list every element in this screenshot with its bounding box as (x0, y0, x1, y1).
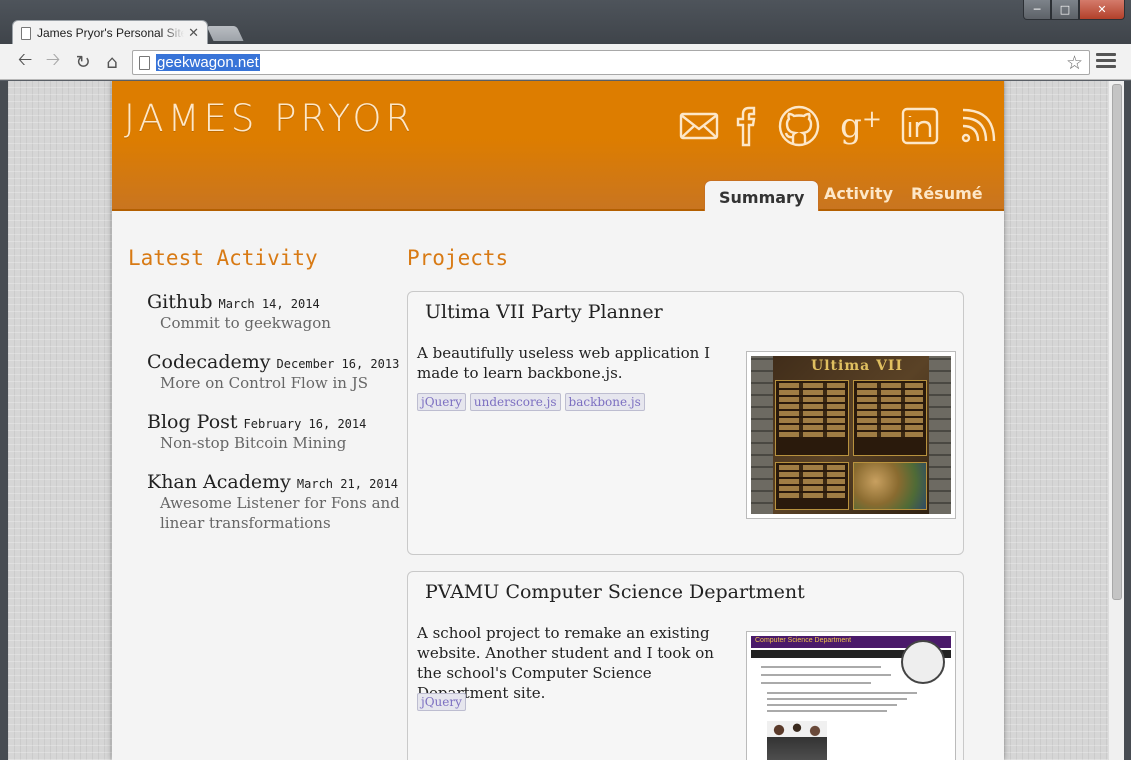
activity-date: March 14, 2014 (218, 297, 320, 311)
address-bar[interactable]: geekwagon.net ☆ (132, 50, 1090, 75)
menu-icon[interactable] (1096, 53, 1116, 71)
site-nav: Summary (704, 180, 820, 211)
browser-tab[interactable]: James Pryor's Personal Site ✕ (12, 20, 208, 45)
list-item: Khan Academy March 21, 2014 Awesome Liste… (147, 471, 407, 533)
site-nav: Résumé (911, 181, 983, 211)
tab-resume[interactable]: Résumé (911, 184, 983, 211)
list-item: Codecademy December 16, 2013 More on Cont… (147, 351, 407, 393)
site-container: JAMES PRYOR g + Summary Activity Résumé … (112, 81, 1004, 760)
activity-desc[interactable]: Commit to geekwagon (160, 313, 407, 333)
site-nav: Activity (824, 181, 893, 211)
pvamu-screenshot: Computer Science Department (751, 636, 951, 760)
google-plus-icon[interactable]: g + (838, 103, 884, 149)
url-text[interactable]: geekwagon.net (156, 54, 260, 71)
forward-arrow-icon[interactable]: 🡢 (42, 49, 64, 73)
minimize-button[interactable]: ─ (1023, 0, 1051, 20)
ultima-screenshot: Ultima VII (751, 356, 951, 514)
window-controls: ─ □ ✕ (1023, 0, 1125, 20)
project-thumbnail[interactable]: Ultima VII (746, 351, 956, 519)
projects-heading: Projects (407, 246, 509, 270)
site-header: JAMES PRYOR g + Summary Activity Résumé (112, 81, 1004, 211)
project-title[interactable]: PVAMU Computer Science Department (425, 581, 805, 603)
window-frame-left (0, 81, 8, 760)
linkedin-icon[interactable] (900, 103, 940, 149)
maximize-button[interactable]: □ (1051, 0, 1079, 20)
window-titlebar: ─ □ ✕ James Pryor's Personal Site ✕ (0, 0, 1131, 45)
activity-desc[interactable]: Awesome Listener for Fons and linear tra… (160, 493, 400, 533)
site-name[interactable]: JAMES PRYOR (124, 97, 415, 140)
github-icon[interactable] (776, 103, 822, 149)
page-scrollbar[interactable] (1108, 81, 1124, 760)
list-item: Github March 14, 2014 Commit to geekwagon (147, 291, 407, 333)
activity-heading: Latest Activity (128, 246, 318, 270)
tab-activity[interactable]: Activity (824, 184, 893, 211)
window-frame-right (1124, 81, 1131, 760)
email-icon[interactable] (678, 103, 720, 149)
activity-source[interactable]: Khan Academy (147, 471, 291, 493)
facebook-icon[interactable] (732, 103, 760, 149)
activity-desc[interactable]: More on Control Flow in JS (160, 373, 407, 393)
thumbnail-logo: Ultima VII (811, 358, 904, 374)
tag[interactable]: jQuery (417, 393, 466, 411)
home-icon[interactable]: ⌂ (101, 51, 123, 73)
project-card: PVAMU Computer Science Department A scho… (407, 571, 964, 760)
back-arrow-icon[interactable]: 🡠 (14, 49, 36, 73)
project-tags: jQuery (417, 693, 470, 711)
tab-close-icon[interactable]: ✕ (188, 26, 199, 41)
bookmark-star-icon[interactable]: ☆ (1066, 52, 1083, 74)
browser-toolbar: 🡠 🡢 ↻ ⌂ geekwagon.net ☆ (0, 44, 1131, 80)
page-viewport: JAMES PRYOR g + Summary Activity Résumé … (8, 81, 1108, 760)
list-item: Blog Post February 16, 2014 Non-stop Bitc… (147, 411, 407, 453)
tab-title: James Pryor's Personal Site (37, 26, 185, 40)
rss-icon[interactable] (958, 103, 998, 149)
scrollbar-thumb[interactable] (1112, 84, 1122, 600)
tab-summary[interactable]: Summary (704, 180, 820, 211)
activity-date: February 16, 2014 (243, 417, 367, 431)
page-icon (139, 55, 150, 70)
activity-date: March 21, 2014 (296, 477, 399, 491)
project-thumbnail[interactable]: Computer Science Department (746, 631, 956, 760)
project-desc: A school project to remake an existing w… (417, 624, 714, 702)
page-icon (21, 26, 31, 40)
tag[interactable]: underscore.js (469, 393, 561, 411)
new-tab-button[interactable] (206, 26, 244, 41)
close-window-button[interactable]: ✕ (1079, 0, 1125, 20)
project-desc: A beautifully useless web application I … (417, 344, 711, 382)
thumbnail-logo: Computer Science Department (755, 637, 852, 644)
activity-date: December 16, 2013 (276, 357, 400, 371)
tag[interactable]: backbone.js (564, 393, 645, 411)
project-title[interactable]: Ultima VII Party Planner (425, 301, 663, 323)
tag[interactable]: jQuery (417, 693, 466, 711)
reload-icon[interactable]: ↻ (72, 51, 94, 73)
activity-desc[interactable]: Non-stop Bitcoin Mining (160, 433, 407, 453)
activity-source[interactable]: Blog Post (147, 411, 238, 433)
activity-source[interactable]: Github (147, 291, 213, 313)
project-tags: jQuery underscore.js backbone.js (417, 393, 649, 411)
project-card: Ultima VII Party Planner A beautifully u… (407, 291, 964, 555)
activity-source[interactable]: Codecademy (147, 351, 271, 373)
